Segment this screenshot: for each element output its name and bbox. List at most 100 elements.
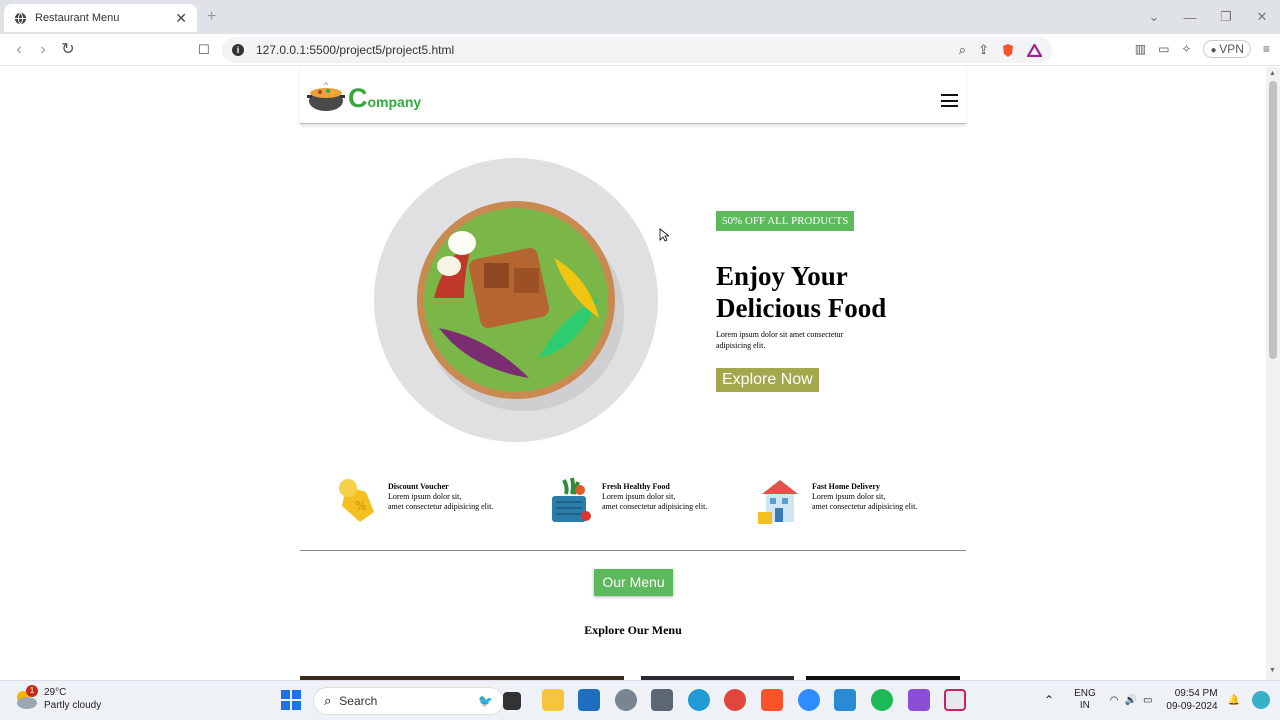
feature-line: amet consectetur adipisicing elit. — [602, 502, 708, 511]
windows-taskbar: 1 29°C Partly cloudy ⌕ Search 🐦 ⌃ ENG IN… — [0, 680, 1280, 720]
close-tab-icon[interactable]: ✕ — [175, 10, 187, 27]
edge-icon[interactable] — [688, 689, 710, 711]
tab-title: Restaurant Menu — [35, 12, 120, 24]
back-icon[interactable]: ‹ — [10, 41, 28, 59]
logo-rest: ompany — [367, 94, 422, 110]
explore-now-button[interactable]: Explore Now — [716, 368, 819, 392]
discount-badge: 50% OFF ALL PRODUCTS — [716, 211, 855, 231]
brave-shield-icon[interactable] — [1001, 43, 1015, 58]
volume-icon[interactable]: 🔊 — [1124, 695, 1136, 706]
visual-studio-icon[interactable] — [908, 689, 930, 711]
grocery-basket-icon — [552, 477, 591, 522]
forward-icon[interactable]: › — [34, 41, 52, 59]
weather-widget[interactable]: 1 29°C Partly cloudy — [14, 685, 102, 712]
browser-tab[interactable]: Restaurant Menu ✕ — [4, 4, 197, 32]
search-highlight-icon: 🐦 — [478, 694, 493, 708]
clock-time: 09:54 PM — [1174, 688, 1218, 699]
svg-text:%: % — [355, 499, 366, 513]
logo-text: Company — [348, 83, 422, 113]
logo-letter: C — [348, 83, 368, 113]
feature-title: Fast Home Delivery — [812, 482, 880, 491]
feature-line: Lorem ipsum dolor sit, — [388, 492, 462, 501]
clock[interactable]: 09:54 PM 09-09-2024 — [1166, 687, 1217, 713]
brave-icon[interactable] — [761, 689, 783, 711]
new-tab-icon[interactable]: + — [207, 8, 216, 26]
page-viewport: Company 50% OFF ALL PRODUCTS Enjoy Your … — [0, 67, 1266, 680]
minimize-icon[interactable]: — — [1172, 10, 1208, 25]
feature-line: Lorem ipsum dolor sit, — [812, 492, 886, 501]
vpn-label: VPN — [1219, 42, 1244, 56]
salad-bowl-image — [374, 158, 658, 442]
file-explorer-icon[interactable] — [542, 689, 564, 711]
wallet-icon[interactable]: ▭ — [1158, 42, 1169, 56]
settings-icon[interactable] — [615, 689, 637, 711]
explore-menu-heading: Explore Our Menu — [584, 623, 682, 637]
taskbar-search[interactable]: ⌕ Search 🐦 — [313, 687, 504, 715]
share-icon[interactable]: ⇪ — [978, 42, 989, 58]
browser-toolbar: ‹ › ↻ ☐ i 127.0.0.1:5500/project5/projec… — [0, 34, 1280, 66]
hero-title-line-1: Enjoy Your — [716, 261, 848, 291]
feature-fresh-healthy-food: Fresh Healthy Food Lorem ipsum dolor sit… — [548, 474, 707, 526]
mouse-cursor-icon — [659, 228, 669, 242]
snipping-tool-icon[interactable] — [944, 689, 966, 711]
feature-discount-voucher: % Discount Voucher Lorem ipsum dolor sit… — [334, 474, 493, 526]
close-window-icon[interactable]: ✕ — [1244, 9, 1280, 25]
lang-code: ENG — [1074, 688, 1096, 699]
feature-line: amet consectetur adipisicing elit. — [812, 502, 918, 511]
search-label: Search — [339, 694, 378, 708]
window-controls: ⌄ — ❐ ✕ — [1136, 0, 1280, 34]
vpn-button[interactable]: ● VPN — [1203, 40, 1251, 58]
task-view-icon[interactable] — [503, 692, 521, 710]
system-tray: ⌃ ENG IN ◠ 🔊 ▭ 09:54 PM 09-09-2024 🔔 — [1044, 687, 1270, 713]
hero-title-line-2: Delicious Food — [716, 293, 887, 323]
region-code: IN — [1079, 700, 1090, 711]
url-text[interactable]: 127.0.0.1:5500/project5/project5.html — [256, 43, 959, 57]
globe-icon — [14, 12, 27, 24]
sidebar-icon[interactable]: ▥ — [1135, 42, 1146, 56]
microsoft-store-icon[interactable] — [578, 689, 600, 711]
start-button-icon[interactable] — [281, 690, 301, 710]
spotify-icon[interactable] — [871, 689, 893, 711]
hero-subtitle: Lorem ipsum dolor sit amet consectetur a… — [716, 330, 844, 350]
site-header: Company — [300, 67, 966, 124]
wifi-icon[interactable]: ◠ — [1110, 695, 1119, 706]
company-logo[interactable]: Company — [306, 79, 421, 113]
scrollbar-thumb[interactable] — [1269, 81, 1277, 359]
battery-icon[interactable]: ▭ — [1143, 695, 1152, 706]
copilot-icon[interactable] — [1252, 691, 1270, 709]
page-scrollbar[interactable]: ▲ ▼ — [1266, 67, 1280, 680]
vscode-icon[interactable] — [834, 689, 856, 711]
discount-voucher-icon: % — [339, 479, 374, 522]
hamburger-menu-icon[interactable] — [941, 94, 958, 107]
language-indicator[interactable]: ENG IN — [1074, 688, 1096, 712]
chevron-down-icon[interactable]: ⌄ — [1136, 9, 1172, 25]
scroll-up-icon[interactable]: ▲ — [1269, 70, 1276, 77]
maximize-icon[interactable]: ❐ — [1208, 9, 1244, 25]
notifications-icon[interactable]: 🔔 — [1228, 695, 1240, 706]
our-menu-button[interactable]: Our Menu — [594, 569, 673, 596]
search-icon: ⌕ — [324, 693, 332, 708]
zoom-icon[interactable]: ⌕ — [959, 42, 966, 58]
temperature: 29°C — [44, 687, 67, 698]
chrome-icon[interactable] — [724, 689, 746, 711]
browser-tab-bar: Restaurant Menu ✕ + ⌄ — ❐ ✕ — [0, 0, 1280, 34]
site-info-icon[interactable]: i — [232, 44, 244, 56]
feature-title: Fresh Healthy Food — [602, 482, 670, 491]
reload-icon[interactable]: ↻ — [59, 41, 77, 59]
camera-icon[interactable] — [651, 689, 673, 711]
weather-condition: Partly cloudy — [44, 700, 102, 711]
address-bar[interactable]: i 127.0.0.1:5500/project5/project5.html … — [222, 37, 1052, 63]
menu-icon[interactable]: ≡ — [1263, 42, 1270, 56]
feature-line: Lorem ipsum dolor sit, — [602, 492, 676, 501]
home-delivery-icon — [758, 480, 798, 524]
leo-ai-icon[interactable]: ✧ — [1181, 42, 1191, 56]
brave-rewards-icon[interactable] — [1027, 43, 1042, 57]
zoom-icon[interactable] — [798, 689, 820, 711]
scroll-down-icon[interactable]: ▼ — [1269, 667, 1276, 674]
chevron-up-icon[interactable]: ⌃ — [1044, 693, 1054, 707]
section-divider — [300, 550, 966, 551]
feature-fast-home-delivery: Fast Home Delivery Lorem ipsum dolor sit… — [758, 474, 917, 526]
feature-line: amet consectetur adipisicing elit. — [388, 502, 494, 511]
bookmark-icon[interactable]: ☐ — [195, 41, 213, 59]
notification-badge: 1 — [26, 685, 38, 697]
